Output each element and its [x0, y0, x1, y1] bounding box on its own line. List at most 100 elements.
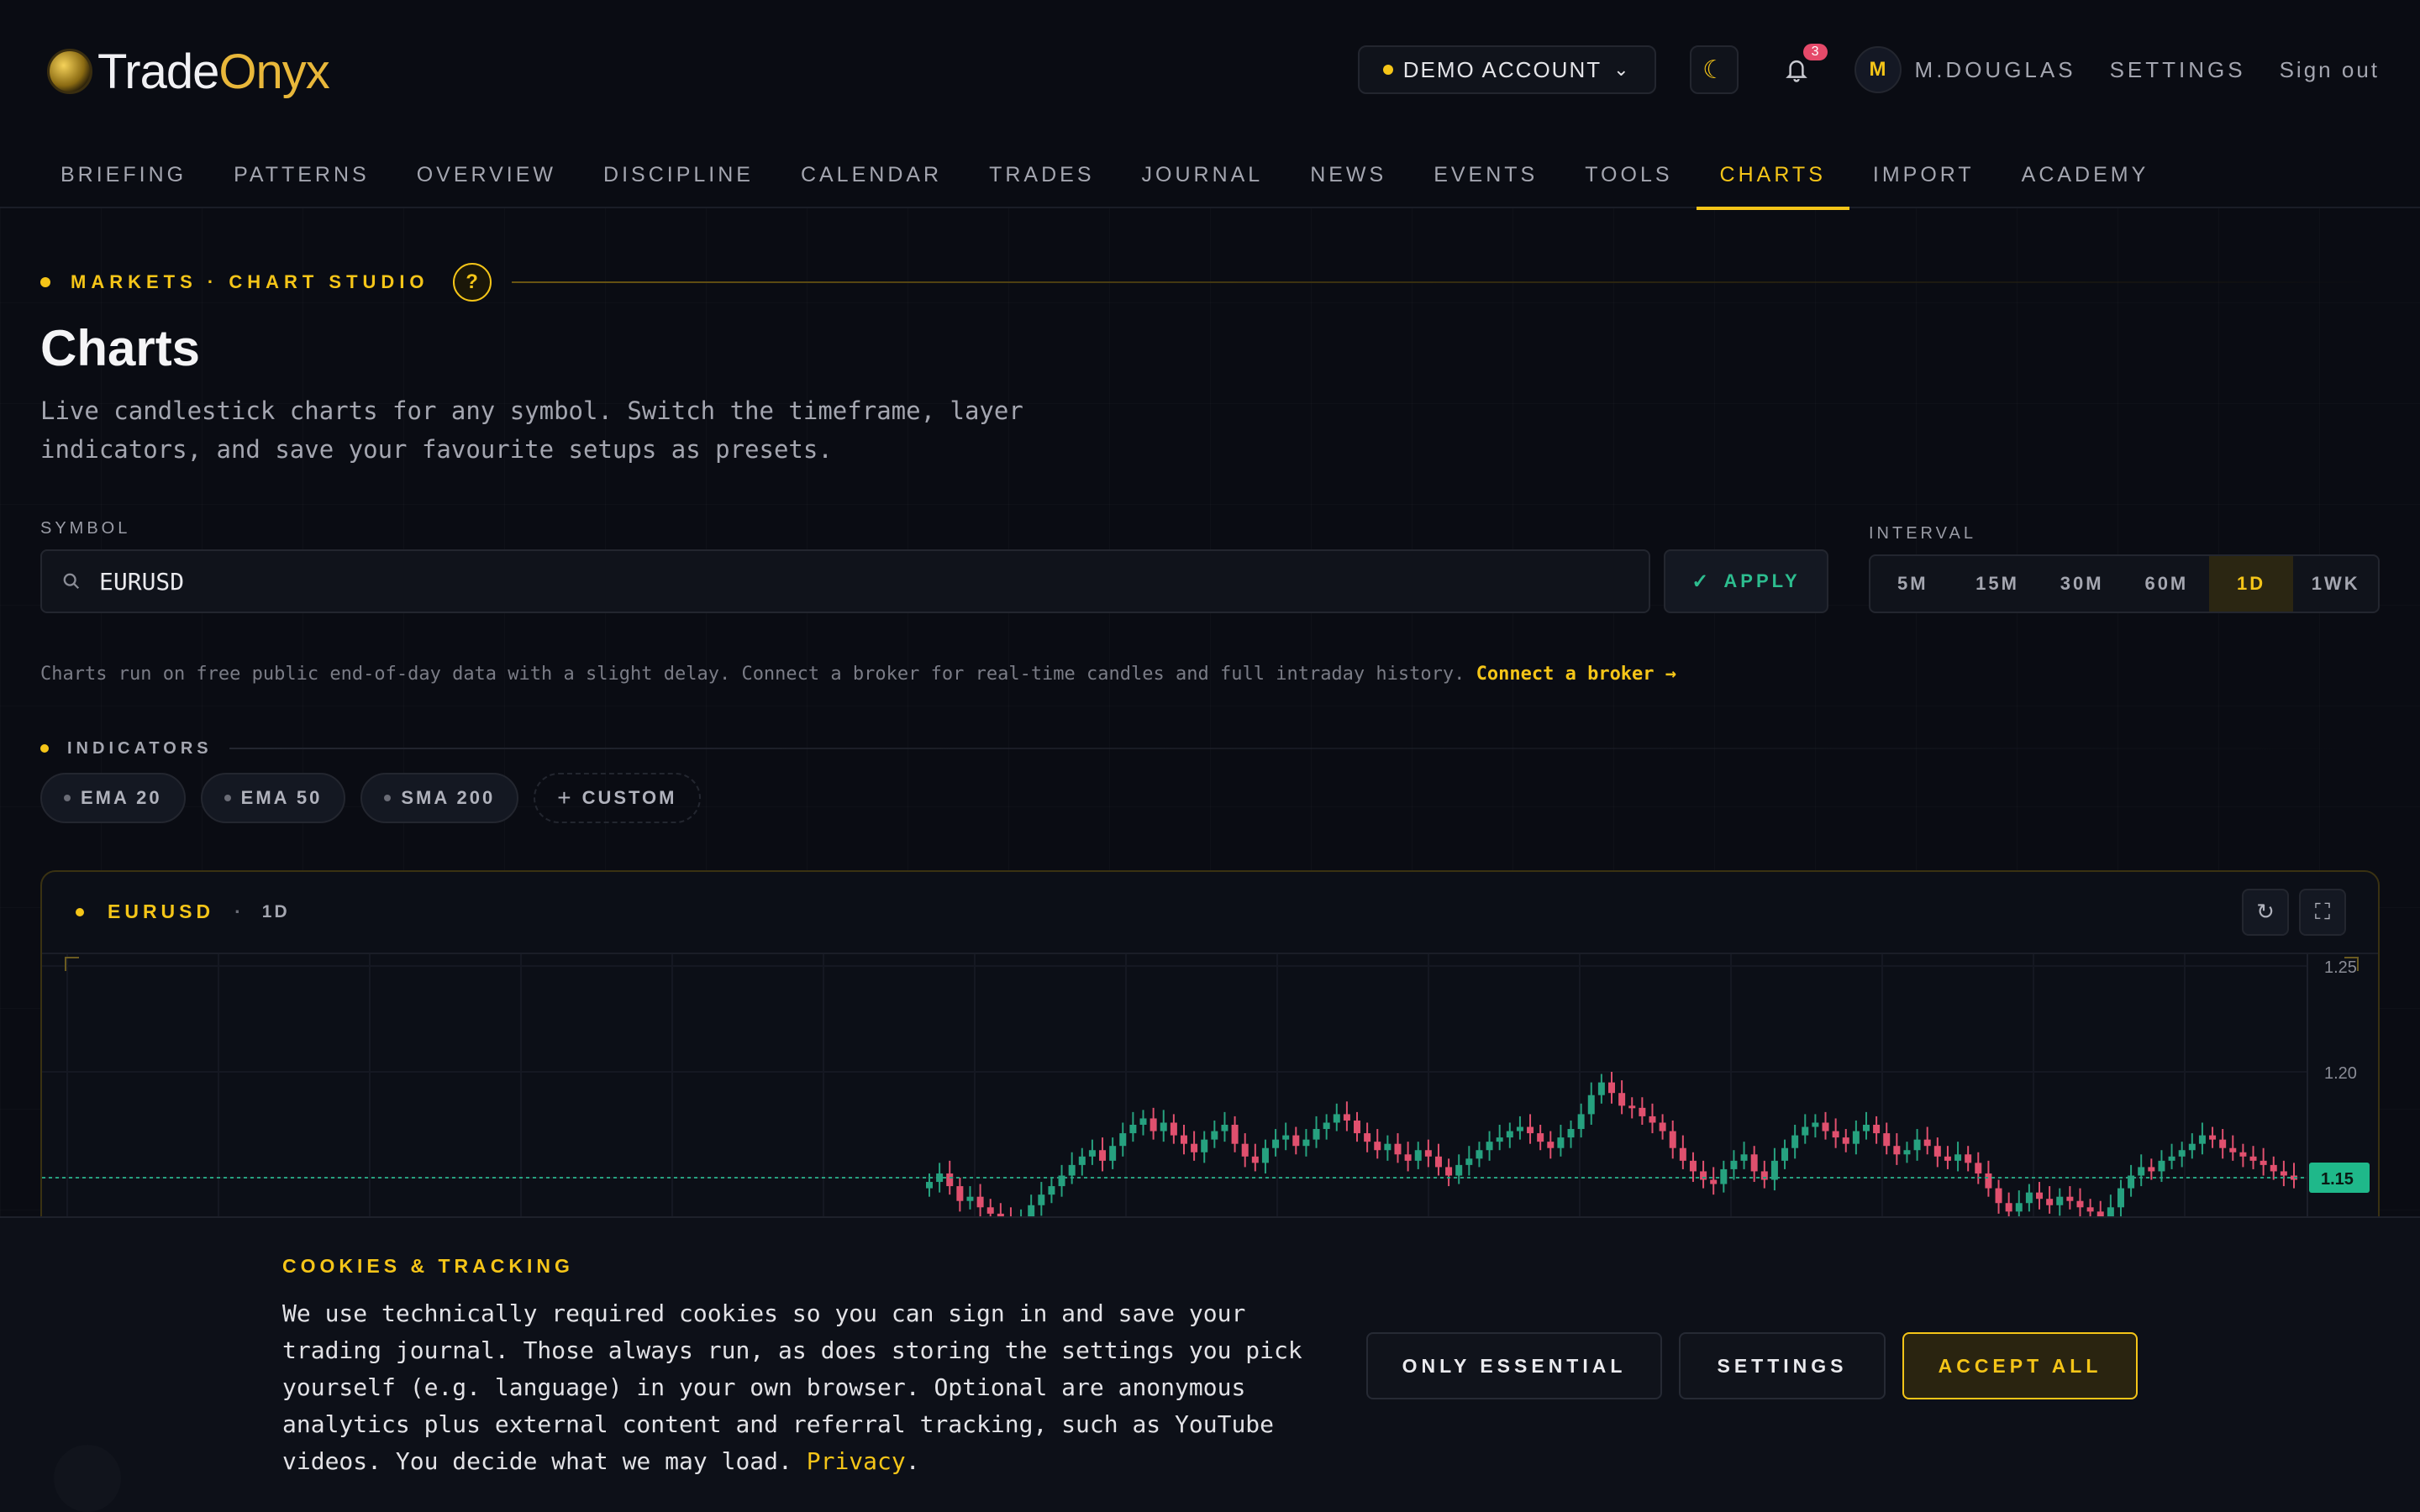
candle-body: [1903, 1150, 1911, 1155]
candle-body: [1537, 1133, 1544, 1142]
interval-option-30m[interactable]: 30M: [2039, 556, 2124, 612]
add-custom-indicator-button[interactable]: + CUSTOM: [534, 773, 701, 823]
candle-body: [2148, 1167, 2155, 1172]
candle-body: [1313, 1129, 1320, 1140]
interval-option-60m[interactable]: 60M: [2124, 556, 2209, 612]
indicator-chip-sma200[interactable]: SMA 200: [360, 773, 519, 823]
nav-item-discipline[interactable]: DISCIPLINE: [580, 141, 777, 208]
help-button[interactable]: ?: [452, 263, 492, 302]
theme-toggle-button[interactable]: ☾: [1689, 45, 1739, 94]
nav-item-events[interactable]: EVENTS: [1410, 141, 1561, 208]
nav-item-news[interactable]: NEWS: [1286, 141, 1410, 208]
interval-option-1wk[interactable]: 1WK: [2293, 556, 2378, 612]
candle-body: [1088, 1150, 1096, 1157]
candle-body: [1639, 1107, 1646, 1116]
header-actions: DEMO ACCOUNT ⌄ ☾ 3 M M.DOUGLAS SETTINGS …: [1357, 44, 2380, 96]
candle-body: [1750, 1154, 1758, 1172]
candle-body: [1099, 1150, 1107, 1161]
privacy-link[interactable]: Privacy: [807, 1447, 906, 1475]
candle-body: [1679, 1147, 1686, 1161]
section-eyebrow: MARKETS · CHART STUDIO ?: [40, 262, 2380, 302]
candle-body: [1954, 1154, 1962, 1161]
candle-body: [1180, 1135, 1187, 1144]
candle-body: [1577, 1114, 1585, 1130]
candle-body: [2168, 1156, 2175, 1161]
notifications-button[interactable]: 3: [1772, 44, 1828, 94]
candle-body: [1333, 1114, 1340, 1123]
nav-item-patterns[interactable]: PATTERNS: [210, 141, 393, 208]
candle-body: [1282, 1135, 1290, 1140]
candle-body: [2015, 1203, 2023, 1212]
nav-item-import[interactable]: IMPORT: [1849, 141, 1998, 208]
refresh-chart-button[interactable]: ↻: [2242, 889, 2289, 936]
brand-name: TradeOnyx: [97, 44, 330, 100]
chart-title: EURUSD · 1D: [76, 900, 290, 923]
cookie-title: COOKIES & TRACKING: [282, 1255, 574, 1277]
cookie-settings-button[interactable]: SETTINGS: [1679, 1332, 1886, 1399]
settings-link[interactable]: SETTINGS: [2110, 57, 2246, 83]
account-switcher[interactable]: DEMO ACCOUNT ⌄: [1357, 45, 1656, 94]
nav-item-trades[interactable]: TRADES: [965, 141, 1118, 208]
candle-body: [1893, 1146, 1901, 1155]
symbol-input[interactable]: [99, 567, 1528, 596]
chart-symbol: EURUSD: [108, 900, 215, 922]
candle-body: [1791, 1135, 1799, 1148]
nav-item-tools[interactable]: TOOLS: [1561, 141, 1696, 208]
candle-body: [1048, 1186, 1055, 1195]
moon-icon: ☾: [1702, 55, 1725, 85]
candle-body: [1760, 1171, 1768, 1180]
indicator-chip-ema20[interactable]: EMA 20: [40, 773, 186, 823]
candle-body: [1150, 1118, 1157, 1131]
candle-body: [1496, 1137, 1503, 1142]
candle-body: [2005, 1203, 2012, 1212]
cookie-body: We use technically required cookies so y…: [282, 1299, 1302, 1475]
note-text: Charts run on free public end-of-day dat…: [40, 664, 1465, 685]
username-link[interactable]: M.DOUGLAS: [1915, 57, 2076, 83]
candle-body: [1995, 1188, 2002, 1204]
signout-link[interactable]: Sign out: [2280, 57, 2380, 83]
candle-body: [1231, 1125, 1239, 1144]
interval-selector: 5M 15M 30M 60M 1D 1WK: [1869, 554, 2380, 613]
candle-body: [1700, 1171, 1707, 1180]
nav-item-overview[interactable]: OVERVIEW: [393, 141, 580, 208]
apply-button[interactable]: ✓ APPLY: [1664, 549, 1828, 613]
indicators-header: INDICATORS: [40, 736, 2380, 761]
interval-label: INTERVAL: [1869, 524, 1976, 543]
indicator-chips: EMA 20 EMA 50 SMA 200 + CUSTOM: [40, 773, 716, 823]
chevron-down-icon: ⌄: [1613, 59, 1631, 80]
price-tick-label: 1.20: [2324, 1064, 2357, 1083]
candle-body: [1465, 1158, 1473, 1165]
nav-item-briefing[interactable]: BRIEFING: [37, 141, 210, 208]
avatar[interactable]: M: [1854, 46, 1902, 93]
fullscreen-button[interactable]: ⛶: [2299, 889, 2346, 936]
account-label: DEMO ACCOUNT: [1402, 56, 1602, 82]
candle-body: [1740, 1154, 1748, 1161]
apply-label: APPLY: [1723, 570, 1801, 591]
connect-broker-link[interactable]: Connect a broker →: [1476, 664, 1676, 685]
accept-all-button[interactable]: ACCEPT ALL: [1902, 1332, 2138, 1399]
brand-logo[interactable]: TradeOnyx: [47, 44, 330, 100]
indicator-chip-ema50[interactable]: EMA 50: [200, 773, 346, 823]
candle-body: [2188, 1143, 2196, 1151]
candle-body: [1201, 1139, 1208, 1152]
candle-body: [986, 1207, 994, 1214]
interval-option-5m[interactable]: 5M: [1870, 556, 1955, 612]
candle-body: [1618, 1093, 1626, 1106]
nav-item-calendar[interactable]: CALENDAR: [777, 141, 965, 208]
chip-dot: [64, 795, 71, 801]
interval-option-1d[interactable]: 1D: [2208, 556, 2294, 612]
floating-widget[interactable]: [54, 1445, 121, 1512]
account-status-dot: [1382, 65, 1393, 75]
candle-body: [1587, 1095, 1595, 1115]
candle-body: [1628, 1105, 1636, 1109]
nav-item-academy[interactable]: ACADEMY: [1998, 141, 2173, 208]
chart-title-separator: ·: [234, 900, 245, 922]
candle-body: [1965, 1154, 1972, 1163]
interval-option-15m[interactable]: 15M: [1955, 556, 2040, 612]
nav-item-journal[interactable]: JOURNAL: [1118, 141, 1287, 208]
nav-item-charts[interactable]: CHARTS: [1696, 141, 1850, 210]
price-tick-label: 1.25: [2324, 958, 2357, 977]
check-icon: ✓: [1691, 570, 1712, 593]
chip-label: EMA 20: [81, 787, 162, 808]
only-essential-button[interactable]: ONLY ESSENTIAL: [1366, 1332, 1662, 1399]
